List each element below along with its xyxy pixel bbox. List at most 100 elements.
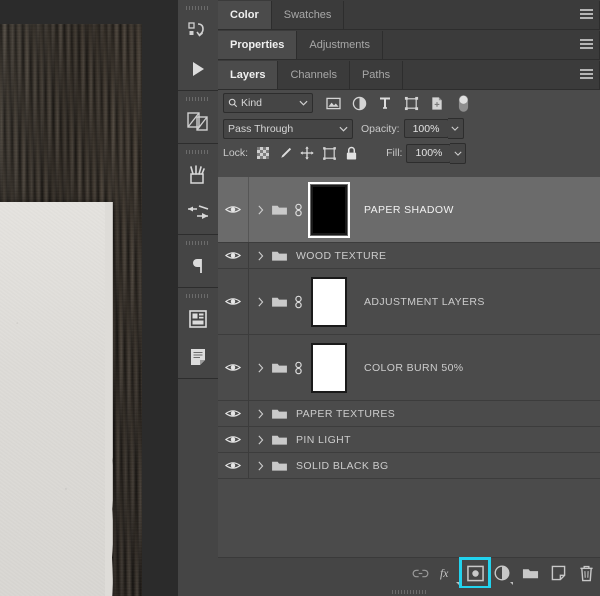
layer-visibility-toggle[interactable]: [218, 177, 249, 242]
panel-resize-grip[interactable]: [218, 588, 600, 596]
dock-grip[interactable]: [178, 91, 218, 103]
mask-link-icon[interactable]: [290, 295, 306, 309]
chevron-right-icon: [257, 460, 263, 471]
filter-pixel-icon[interactable]: [320, 92, 346, 114]
panel-menu-icon[interactable]: [580, 39, 593, 50]
layer-name[interactable]: WOOD TEXTURE: [296, 250, 386, 262]
tab-paths[interactable]: Paths: [350, 61, 404, 89]
brush-presets-icon[interactable]: [178, 156, 218, 194]
layer-visibility-toggle[interactable]: [218, 401, 249, 426]
group-expand-arrow[interactable]: [252, 250, 268, 261]
dock-grip[interactable]: [178, 288, 218, 300]
table-row[interactable]: PAPER SHADOW: [218, 177, 600, 243]
group-expand-arrow[interactable]: [252, 362, 268, 373]
filter-kind-select[interactable]: Kind: [223, 93, 313, 113]
delete-layer-button[interactable]: [572, 560, 600, 586]
folder-icon: [268, 295, 290, 308]
blend-mode-value: Pass Through: [228, 122, 294, 135]
tab-layers[interactable]: Layers: [218, 61, 279, 89]
layer-list[interactable]: PAPER SHADOW WOOD TEXTURE ADJUSTMENT LAY…: [218, 177, 600, 558]
notes-icon[interactable]: [178, 338, 218, 376]
dock-grip[interactable]: [178, 0, 218, 12]
tab-channels[interactable]: Channels: [278, 61, 350, 89]
panel-menu-icon[interactable]: [580, 69, 593, 80]
layer-name[interactable]: COLOR BURN 50%: [364, 362, 464, 374]
eye-icon: [225, 298, 241, 305]
layer-mask-thumbnail[interactable]: [308, 340, 350, 396]
tab-adjustments[interactable]: Adjustments: [297, 31, 383, 59]
link-layers-button[interactable]: [406, 560, 434, 586]
lock-transparent-pixels-icon[interactable]: [252, 143, 274, 163]
layers-panel-tabbar: Layers Channels Paths: [218, 60, 600, 90]
filter-adjustment-icon[interactable]: [346, 92, 372, 114]
layer-mask-thumbnail[interactable]: [308, 181, 350, 238]
chevron-right-icon: [257, 362, 263, 373]
layer-style-fx-button[interactable]: fx: [434, 560, 462, 586]
panel-menu-icon[interactable]: [580, 9, 593, 20]
clone-source-icon[interactable]: [178, 103, 218, 141]
eye-icon: [225, 462, 241, 469]
dock-grip[interactable]: [178, 144, 218, 156]
filter-toggle-switch[interactable]: [450, 92, 476, 114]
tab-swatches[interactable]: Swatches: [272, 1, 345, 29]
lock-artboard-nesting-icon[interactable]: [318, 143, 340, 163]
paper-sheet-image: [0, 202, 117, 596]
chevron-right-icon: [257, 296, 263, 307]
folder-icon: [268, 433, 290, 446]
lock-position-icon[interactable]: [296, 143, 318, 163]
layer-name[interactable]: PIN LIGHT: [296, 434, 351, 446]
fill-stepper[interactable]: [450, 142, 467, 164]
lock-image-pixels-icon[interactable]: [274, 143, 296, 163]
fill-input[interactable]: 100%: [406, 143, 452, 163]
layer-name[interactable]: PAPER SHADOW: [364, 204, 454, 216]
table-row[interactable]: ADJUSTMENT LAYERS: [218, 269, 600, 335]
chevron-right-icon: [257, 250, 263, 261]
layer-visibility-toggle[interactable]: [218, 335, 249, 400]
mask-link-icon[interactable]: [290, 361, 306, 375]
group-expand-arrow[interactable]: [252, 296, 268, 307]
new-group-button[interactable]: [516, 560, 544, 586]
opacity-input[interactable]: 100%: [403, 119, 449, 138]
brush-settings-icon[interactable]: [178, 194, 218, 232]
layer-visibility-toggle[interactable]: [218, 243, 249, 268]
blend-mode-select[interactable]: Pass Through: [223, 118, 353, 139]
layer-name[interactable]: PAPER TEXTURES: [296, 408, 395, 420]
layer-name[interactable]: ADJUSTMENT LAYERS: [364, 296, 485, 308]
tab-properties[interactable]: Properties: [218, 31, 298, 59]
table-row[interactable]: PIN LIGHT: [218, 427, 600, 453]
eye-icon: [225, 364, 241, 371]
filter-smart-object-icon[interactable]: [424, 92, 450, 114]
table-row[interactable]: WOOD TEXTURE: [218, 243, 600, 269]
group-expand-arrow[interactable]: [252, 434, 268, 445]
group-expand-arrow[interactable]: [252, 204, 268, 215]
dock-group-clone: [178, 91, 218, 144]
mask-link-icon[interactable]: [290, 203, 306, 217]
opacity-stepper[interactable]: [447, 118, 464, 139]
libraries-icon[interactable]: [178, 300, 218, 338]
tab-color[interactable]: Color: [218, 1, 272, 29]
new-adjustment-layer-button[interactable]: [488, 560, 516, 586]
layer-visibility-toggle[interactable]: [218, 453, 249, 478]
actions-icon[interactable]: [178, 12, 218, 50]
document-canvas[interactable]: Torn white paper sheet on dark wood plan…: [0, 0, 178, 596]
layer-name[interactable]: SOLID BLACK BG: [296, 460, 389, 472]
table-row[interactable]: PAPER TEXTURES: [218, 401, 600, 427]
group-expand-arrow[interactable]: [252, 460, 268, 471]
fill-label: Fill:: [386, 147, 403, 159]
layer-visibility-toggle[interactable]: [218, 269, 249, 334]
table-row[interactable]: COLOR BURN 50%: [218, 335, 600, 401]
table-row[interactable]: SOLID BLACK BG: [218, 453, 600, 479]
lock-all-icon[interactable]: [340, 143, 362, 163]
group-expand-arrow[interactable]: [252, 408, 268, 419]
layer-visibility-toggle[interactable]: [218, 427, 249, 452]
new-layer-button[interactable]: [544, 560, 572, 586]
folder-icon: [268, 459, 290, 472]
dock-grip[interactable]: [178, 235, 218, 247]
filter-type-icon[interactable]: [372, 92, 398, 114]
filter-shape-icon[interactable]: [398, 92, 424, 114]
chevron-right-icon: [257, 408, 263, 419]
play-icon[interactable]: [178, 50, 218, 88]
layer-mask-thumbnail[interactable]: [308, 274, 350, 330]
add-layer-mask-button[interactable]: [459, 557, 491, 589]
paragraph-icon[interactable]: [178, 247, 218, 285]
